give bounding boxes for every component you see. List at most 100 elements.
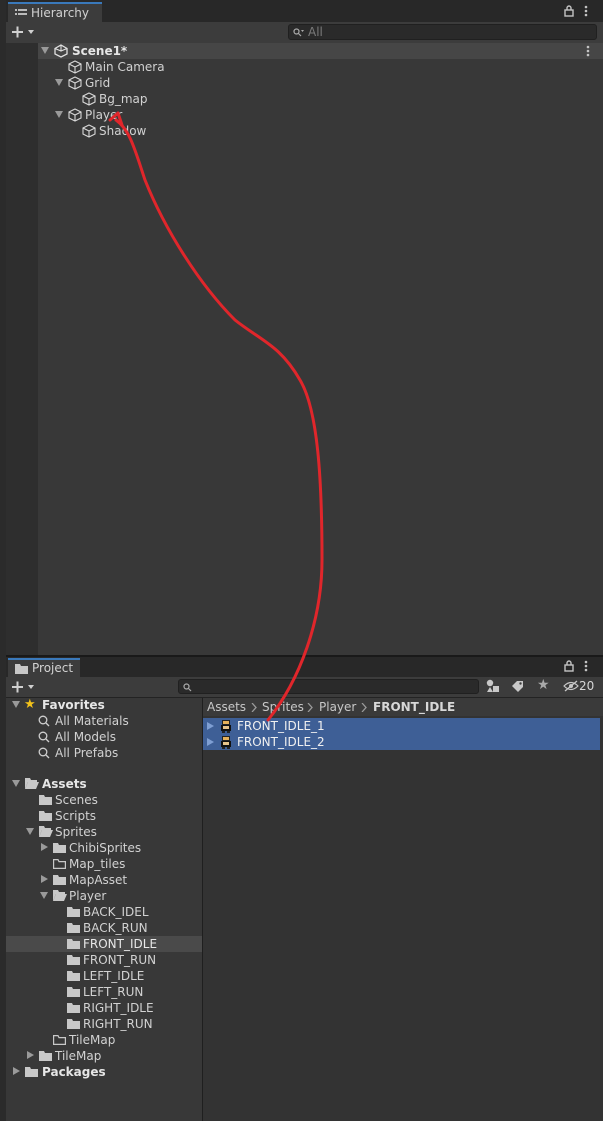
create-dropdown-icon[interactable]: [12, 681, 36, 693]
lock-icon[interactable]: [564, 5, 574, 17]
folder-right-idle[interactable]: RIGHT_IDLE: [83, 1000, 154, 1016]
assets-folder-label[interactable]: Assets: [42, 776, 87, 792]
asset-front-idle-1[interactable]: FRONT_IDLE_1: [237, 718, 325, 734]
expand-arrow-icon[interactable]: [26, 828, 34, 835]
breadcrumb-player[interactable]: Player: [319, 699, 356, 715]
folder-front-idle[interactable]: FRONT_IDLE: [83, 936, 157, 952]
folder-map-tiles[interactable]: Map_tiles: [69, 856, 125, 872]
folder-icon: [39, 811, 52, 821]
folder-icon: [67, 923, 80, 933]
hierarchy-item-shadow[interactable]: Shadow: [99, 123, 146, 139]
folder-scenes[interactable]: Scenes: [55, 792, 98, 808]
search-icon: [183, 683, 192, 692]
folder-icon: [39, 795, 52, 805]
hierarchy-item-grid[interactable]: Grid: [85, 75, 110, 91]
folder-left-run[interactable]: LEFT_RUN: [83, 984, 143, 1000]
folder-back-idel[interactable]: BACK_IDEL: [83, 904, 149, 920]
chevron-right-icon: [361, 703, 367, 712]
add-dropdown-icon[interactable]: [12, 26, 36, 38]
window-edge: [0, 0, 6, 1121]
folder-player[interactable]: Player: [69, 888, 106, 904]
folder-front-run[interactable]: FRONT_RUN: [83, 952, 156, 968]
folder-icon: [67, 1003, 80, 1013]
hierarchy-item-main-camera[interactable]: Main Camera: [85, 59, 165, 75]
gameobject-cube-icon: [68, 108, 82, 122]
search-icon: [38, 747, 50, 759]
collapse-arrow-icon[interactable]: [41, 843, 48, 851]
chevron-right-icon: [307, 703, 313, 712]
collapse-arrow-icon[interactable]: [207, 738, 214, 746]
folder-icon: [53, 843, 66, 853]
collapse-arrow-icon[interactable]: [13, 1067, 20, 1075]
gameobject-cube-icon: [68, 76, 82, 90]
chevron-right-icon: [251, 703, 257, 712]
project-tab-strip: [6, 657, 603, 677]
hierarchy-gutter: [6, 43, 38, 655]
hierarchy-item-player[interactable]: Player: [85, 107, 122, 123]
kebab-menu-icon[interactable]: [584, 660, 588, 672]
folder-icon: [67, 971, 80, 981]
favorite-all-models[interactable]: All Models: [55, 729, 116, 745]
favorites-label[interactable]: Favorites: [42, 697, 105, 713]
asset-list-pane: [203, 698, 603, 1121]
folder-chibisprites[interactable]: ChibiSprites: [69, 840, 141, 856]
folder-icon: [15, 664, 28, 674]
favorite-all-prefabs[interactable]: All Prefabs: [55, 745, 118, 761]
empty-folder-icon: [53, 1035, 66, 1045]
folder-icon: [53, 875, 66, 885]
folder-icon: [67, 907, 80, 917]
asset-front-idle-2[interactable]: FRONT_IDLE_2: [237, 734, 325, 750]
project-tab-label: Project: [32, 661, 74, 675]
folder-mapasset[interactable]: MapAsset: [69, 872, 127, 888]
label-tag-icon[interactable]: [511, 679, 525, 693]
hidden-packages-eye-icon[interactable]: [563, 680, 579, 692]
folder-icon: [25, 1067, 38, 1077]
search-by-type-icon[interactable]: [486, 679, 500, 693]
favorite-star-icon[interactable]: ★: [537, 677, 550, 693]
folder-sprites-tilemap[interactable]: TileMap: [69, 1032, 115, 1048]
packages-folder-label[interactable]: Packages: [42, 1064, 106, 1080]
expand-arrow-icon[interactable]: [12, 780, 20, 787]
gameobject-cube-icon: [82, 124, 96, 138]
folder-left-idle[interactable]: LEFT_IDLE: [83, 968, 144, 984]
hierarchy-item-bg-map[interactable]: Bg_map: [99, 91, 148, 107]
folder-back-run[interactable]: BACK_RUN: [83, 920, 148, 936]
project-search-input[interactable]: [178, 679, 479, 694]
sprite-thumbnail-icon: [221, 736, 231, 749]
hierarchy-search-input[interactable]: All: [288, 24, 597, 40]
breadcrumb-sprites[interactable]: Sprites: [262, 699, 304, 715]
folder-right-run[interactable]: RIGHT_RUN: [83, 1016, 153, 1032]
folder-scripts[interactable]: Scripts: [55, 808, 96, 824]
scene-name: Scene1*: [72, 44, 128, 58]
expand-arrow-icon[interactable]: [40, 892, 48, 899]
open-folder-icon: [53, 890, 67, 901]
folder-tilemap[interactable]: TileMap: [55, 1048, 101, 1064]
project-tab[interactable]: Project: [8, 658, 80, 677]
breadcrumb: Assets Sprites Player FRONT_IDLE: [203, 698, 603, 716]
favorite-all-materials[interactable]: All Materials: [55, 713, 129, 729]
gameobject-cube-icon: [82, 92, 96, 106]
expand-arrow-icon[interactable]: [55, 79, 63, 86]
breadcrumb-current[interactable]: FRONT_IDLE: [373, 699, 455, 715]
folder-sprites[interactable]: Sprites: [55, 824, 97, 840]
empty-folder-icon: [53, 859, 66, 869]
collapse-arrow-icon[interactable]: [27, 1051, 34, 1059]
hierarchy-panel: Hierarchy All Scene1* Main Camera Grid B…: [6, 0, 603, 655]
expand-arrow-icon[interactable]: [55, 111, 63, 118]
lock-icon[interactable]: [564, 660, 574, 672]
hidden-packages-count: 20: [579, 679, 595, 693]
folder-icon: [67, 987, 80, 997]
expand-arrow-icon[interactable]: [41, 47, 49, 54]
hierarchy-tab[interactable]: Hierarchy: [8, 2, 102, 22]
expand-arrow-icon[interactable]: [12, 701, 20, 708]
folder-icon: [39, 1051, 52, 1061]
scene-menu-icon[interactable]: [586, 45, 590, 57]
open-folder-icon: [25, 778, 39, 789]
kebab-menu-icon[interactable]: [584, 5, 588, 17]
folder-icon: [67, 955, 80, 965]
folder-icon: [67, 1019, 80, 1029]
hierarchy-tab-label: Hierarchy: [31, 6, 90, 20]
breadcrumb-assets[interactable]: Assets: [207, 699, 246, 715]
collapse-arrow-icon[interactable]: [41, 875, 48, 883]
collapse-arrow-icon[interactable]: [207, 722, 214, 730]
